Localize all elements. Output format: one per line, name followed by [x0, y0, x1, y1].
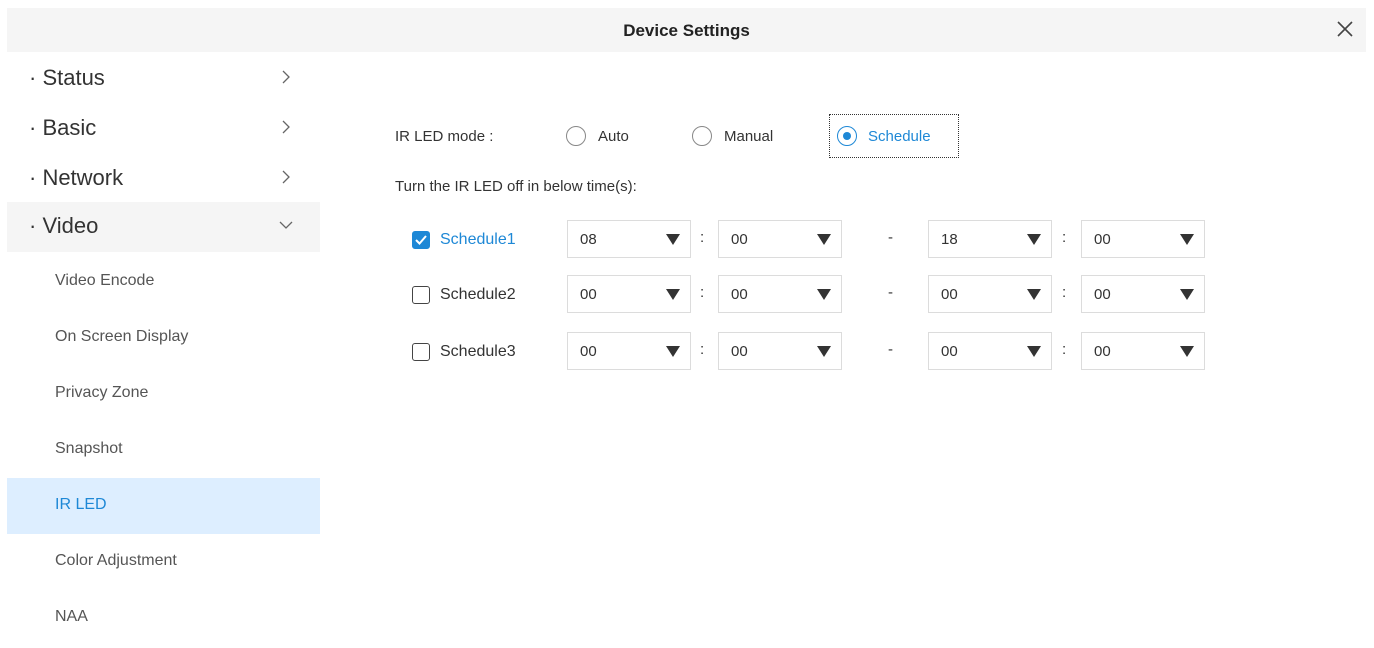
select-value: 08	[580, 231, 597, 248]
dropdown-arrow-icon	[666, 346, 680, 357]
sidebar-item-naa[interactable]: NAA	[7, 590, 320, 646]
radio-circle-selected	[837, 126, 857, 146]
sidebar-section-label: · Basic	[29, 115, 97, 140]
select-value: 18	[941, 231, 958, 248]
time-separator: :	[700, 284, 705, 301]
end-hour-select[interactable]: 00	[928, 332, 1052, 370]
radio-label: Manual	[724, 128, 774, 145]
start-minute-select[interactable]: 00	[718, 220, 842, 258]
dropdown-arrow-icon	[1180, 346, 1194, 357]
sidebar-section-basic[interactable]: · Basic	[7, 104, 320, 154]
sidebar: · Status · Basic · Network · Video Video…	[7, 52, 320, 648]
schedule1-checkbox[interactable]	[412, 231, 430, 249]
sidebar-item-privacy-zone[interactable]: Privacy Zone	[7, 366, 320, 422]
schedule2-label[interactable]: Schedule2	[440, 286, 516, 304]
range-separator: -	[888, 229, 893, 246]
select-value: 00	[731, 343, 748, 360]
close-icon[interactable]	[1334, 18, 1356, 40]
schedule3-label[interactable]: Schedule3	[440, 343, 516, 361]
schedule-description: Turn the IR LED off in below time(s):	[395, 178, 637, 195]
dropdown-arrow-icon	[817, 234, 831, 245]
end-hour-select[interactable]: 00	[928, 275, 1052, 313]
select-value: 00	[941, 286, 958, 303]
radio-schedule[interactable]: Schedule	[829, 114, 959, 158]
sidebar-section-video[interactable]: · Video	[7, 202, 320, 252]
select-value: 00	[580, 286, 597, 303]
select-value: 00	[941, 343, 958, 360]
sidebar-item-label: Color Adjustment	[55, 552, 177, 569]
sidebar-item-label: On Screen Display	[55, 328, 189, 345]
end-minute-select[interactable]: 00	[1081, 275, 1205, 313]
sidebar-item-label: IR LED	[55, 496, 107, 513]
range-separator: -	[888, 341, 893, 358]
sidebar-section-status[interactable]: · Status	[7, 54, 320, 104]
radio-circle	[566, 126, 586, 146]
chevron-down-icon	[279, 221, 293, 229]
time-separator: :	[700, 341, 705, 358]
schedule-row: Schedule2 00 : 00 - 00 : 00	[320, 275, 1366, 315]
dropdown-arrow-icon	[817, 346, 831, 357]
sidebar-item-ir-led[interactable]: IR LED	[7, 478, 320, 534]
sidebar-item-label: Privacy Zone	[55, 384, 149, 401]
end-minute-select[interactable]: 00	[1081, 220, 1205, 258]
ir-led-panel: IR LED mode : Auto Manual Schedule Turn …	[320, 52, 1366, 648]
dropdown-arrow-icon	[1027, 346, 1041, 357]
range-separator: -	[888, 284, 893, 301]
schedule2-checkbox[interactable]	[412, 286, 430, 304]
select-value: 00	[1094, 343, 1111, 360]
sidebar-section-network[interactable]: · Network	[7, 154, 320, 204]
dropdown-arrow-icon	[666, 234, 680, 245]
schedule1-label[interactable]: Schedule1	[440, 231, 516, 249]
sidebar-item-label: Snapshot	[55, 440, 123, 457]
start-minute-select[interactable]: 00	[718, 332, 842, 370]
sidebar-item-snapshot[interactable]: Snapshot	[7, 422, 320, 478]
radio-label: Auto	[598, 128, 629, 145]
select-value: 00	[731, 231, 748, 248]
end-hour-select[interactable]: 18	[928, 220, 1052, 258]
dropdown-arrow-icon	[666, 289, 680, 300]
dropdown-arrow-icon	[1027, 234, 1041, 245]
chevron-right-icon	[282, 70, 290, 84]
sidebar-item-on-screen-display[interactable]: On Screen Display	[7, 310, 320, 366]
chevron-right-icon	[282, 120, 290, 134]
schedule-row: Schedule1 08 : 00 - 18 : 00	[320, 220, 1366, 260]
title-bar: Device Settings	[7, 8, 1366, 52]
sidebar-section-label: · Network	[29, 165, 124, 190]
time-separator: :	[700, 229, 705, 246]
dropdown-arrow-icon	[1180, 289, 1194, 300]
sidebar-item-video-encode[interactable]: Video Encode	[7, 254, 320, 310]
sidebar-section-label: · Status	[29, 65, 105, 90]
dropdown-arrow-icon	[1180, 234, 1194, 245]
sidebar-item-label: NAA	[55, 608, 88, 625]
time-separator: :	[1062, 229, 1067, 246]
time-separator: :	[1062, 284, 1067, 301]
start-minute-select[interactable]: 00	[718, 275, 842, 313]
sidebar-item-label: Video Encode	[55, 272, 155, 289]
select-value: 00	[580, 343, 597, 360]
dropdown-arrow-icon	[1027, 289, 1041, 300]
radio-auto[interactable]: Auto	[566, 120, 656, 152]
radio-manual[interactable]: Manual	[692, 120, 802, 152]
select-value: 00	[731, 286, 748, 303]
end-minute-select[interactable]: 00	[1081, 332, 1205, 370]
schedule-row: Schedule3 00 : 00 - 00 : 00	[320, 332, 1366, 372]
sidebar-section-label: · Video	[29, 213, 99, 238]
dialog-title: Device Settings	[623, 21, 750, 40]
start-hour-select[interactable]: 08	[567, 220, 691, 258]
time-separator: :	[1062, 341, 1067, 358]
start-hour-select[interactable]: 00	[567, 275, 691, 313]
schedule3-checkbox[interactable]	[412, 343, 430, 361]
chevron-right-icon	[282, 170, 290, 184]
radio-circle	[692, 126, 712, 146]
ir-led-mode-label: IR LED mode :	[395, 128, 494, 145]
sidebar-item-color-adjustment[interactable]: Color Adjustment	[7, 534, 320, 590]
dropdown-arrow-icon	[817, 289, 831, 300]
select-value: 00	[1094, 286, 1111, 303]
select-value: 00	[1094, 231, 1111, 248]
start-hour-select[interactable]: 00	[567, 332, 691, 370]
radio-label: Schedule	[868, 128, 931, 145]
